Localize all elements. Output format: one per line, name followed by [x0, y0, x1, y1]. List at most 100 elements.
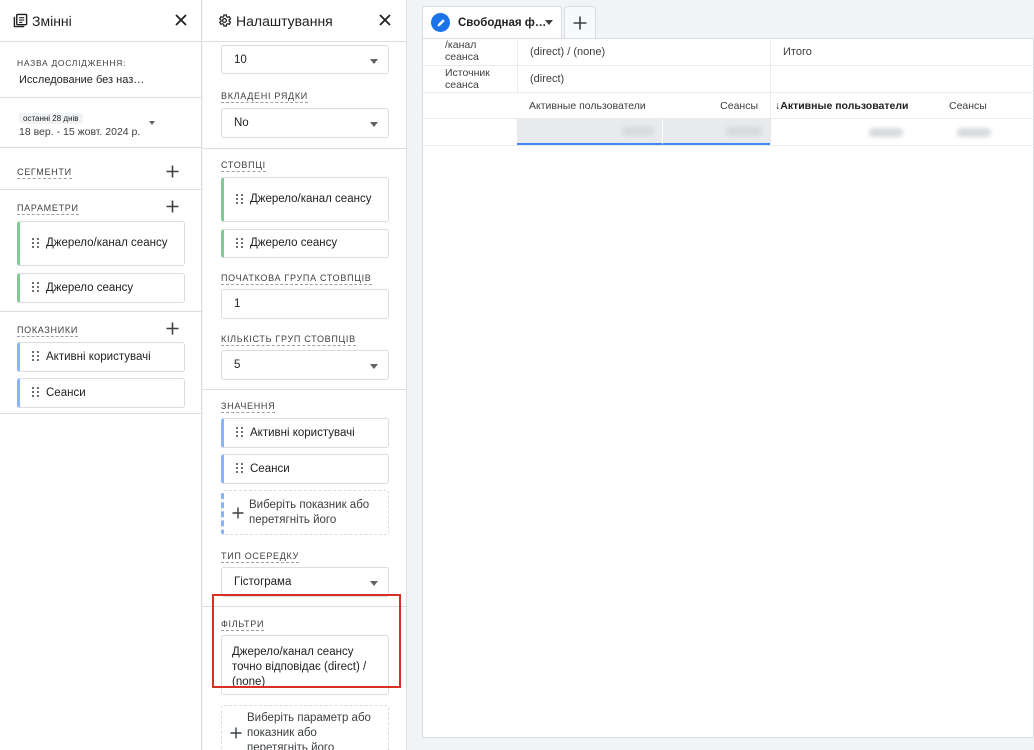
tab-bar: Свободная ф… — [408, 0, 1034, 38]
add-metric-icon[interactable] — [165, 321, 179, 335]
dimension-chip-session-source-medium[interactable]: Джерело/канал сеансу — [17, 221, 185, 266]
cell-sessions-value — [662, 119, 770, 145]
pencil-icon — [431, 13, 450, 32]
pivot-table-canvas: /канал сеанса (direct) / (none) Итого Ис… — [422, 38, 1034, 738]
chevron-down-icon — [370, 364, 378, 369]
metrics-section: ПОКАЗНИКИ Активні користувачі Сеанси — [0, 312, 201, 414]
metric-header-active-users[interactable]: Активные пользователи — [517, 93, 662, 118]
row-label-empty — [423, 119, 517, 145]
dimensions-label: ПАРАМЕТРИ — [17, 203, 79, 215]
metric-chip-active-users[interactable]: Активні користувачі — [17, 342, 185, 372]
nested-rows-label: ВКЛАДЕНІ РЯДКИ — [221, 91, 308, 103]
values-label: ЗНАЧЕННЯ — [221, 401, 276, 413]
plus-icon — [230, 727, 242, 739]
metric-label: Активні користувачі — [46, 350, 151, 363]
add-filter-dropzone[interactable]: Виберіть параметр або показник або перет… — [221, 705, 389, 750]
add-segment-icon[interactable] — [165, 164, 179, 178]
add-tab-button[interactable] — [564, 6, 596, 38]
nested-rows-select[interactable]: No — [221, 108, 389, 138]
columns-label: СТОВПЦІ — [221, 160, 266, 172]
value-chip-sessions[interactable]: Сеанси — [221, 454, 389, 484]
empty-corner-cell — [423, 93, 517, 118]
add-metric-dropzone[interactable]: Виберіть показник або перетягніть його — [221, 490, 389, 535]
totals-row — [423, 119, 1034, 146]
drag-handle-icon[interactable] — [236, 427, 244, 439]
total-metric1-label: Активные пользователи — [780, 99, 909, 112]
plus-icon — [573, 16, 587, 29]
close-variables-icon[interactable] — [173, 12, 189, 28]
tab-freeform[interactable]: Свободная ф… — [422, 6, 562, 38]
date-dropdown-icon[interactable] — [149, 121, 155, 125]
exploration-name-input[interactable]: Исследование без наз… — [19, 74, 185, 86]
col-groups-count-select[interactable]: 5 — [221, 350, 389, 380]
variables-title: Змінні — [32, 12, 72, 29]
nested-rows-value: No — [234, 117, 249, 129]
tab-label: Свободная ф… — [458, 16, 545, 29]
value-label: Сеанси — [250, 462, 290, 475]
variables-header: Змінні — [0, 0, 201, 42]
chevron-down-icon — [370, 122, 378, 127]
segments-label: СЕГМЕНТИ — [17, 167, 72, 179]
main-canvas-area: Свободная ф… /канал сеанса (direct) / (n… — [408, 0, 1034, 750]
cell-total-sessions — [935, 119, 1034, 145]
rows-count-value: 10 — [234, 53, 247, 66]
cell-type-value: Гістограма — [234, 576, 292, 588]
drag-handle-icon[interactable] — [236, 463, 244, 475]
blurred-value — [957, 127, 991, 137]
drag-handle-icon[interactable] — [236, 237, 244, 250]
total-header-empty — [770, 66, 1034, 92]
blurred-value — [622, 126, 654, 136]
filter-text: Джерело/канал сеансу точно відповідає (d… — [232, 646, 367, 688]
exploration-name-label: НАЗВА ДОСЛІДЖЕННЯ: — [17, 58, 127, 68]
exploration-name-section: НАЗВА ДОСЛІДЖЕННЯ: Исследование без наз… — [0, 42, 201, 98]
pivot-table: /канал сеанса (direct) / (none) Итого Ис… — [423, 39, 1034, 146]
column-chip-session-source-medium[interactable]: Джерело/канал сеансу — [221, 177, 389, 222]
drag-handle-icon[interactable] — [32, 351, 40, 363]
drag-handle-icon[interactable] — [32, 237, 40, 250]
header-row-1: /канал сеанса (direct) / (none) Итого — [423, 39, 1034, 66]
chevron-down-icon[interactable] — [545, 20, 553, 25]
column-chip-session-source[interactable]: Джерело сеансу — [221, 229, 389, 258]
date-range-text: 18 вер. - 15 жовт. 2024 р. — [19, 126, 141, 138]
segments-section: СЕГМЕНТИ — [0, 148, 201, 190]
date-preset-badge: останні 28 днів — [19, 113, 83, 124]
dimension-chip-session-source[interactable]: Джерело сеансу — [17, 273, 185, 303]
start-col-group-value: 1 — [234, 298, 241, 310]
metric-label: Сеанси — [46, 386, 86, 399]
start-col-group-input[interactable]: 1 — [221, 289, 389, 319]
dimensions-section: ПАРАМЕТРИ Джерело/канал сеансу Джерело с… — [0, 190, 201, 312]
dimension-label: Джерело/канал сеансу — [46, 237, 168, 249]
drag-handle-icon[interactable] — [236, 193, 244, 206]
metric-chip-sessions[interactable]: Сеанси — [17, 378, 185, 408]
metrics-label: ПОКАЗНИКИ — [17, 325, 79, 337]
add-dimension-icon[interactable] — [165, 199, 179, 213]
close-settings-icon[interactable] — [377, 12, 393, 28]
metric-header-row: Активные пользователи Сеансы ↓ Активные … — [423, 93, 1034, 119]
start-col-group-label: ПОЧАТКОВА ГРУПА СТОВПЦІВ — [221, 273, 372, 285]
col-groups-count-label: КІЛЬКІСТЬ ГРУП СТОВПЦІВ — [221, 334, 356, 346]
filters-label: ФІЛЬТРИ — [221, 619, 265, 631]
metric-header-sessions[interactable]: Сеансы — [662, 93, 770, 118]
cell-type-select[interactable]: Гістограма — [221, 567, 389, 597]
filter-chip[interactable]: Джерело/канал сеансу точно відповідає (d… — [221, 635, 389, 695]
col-groups-count-value: 5 — [234, 359, 241, 371]
settings-panel: Налаштування 10 ВКЛАДЕНІ РЯДКИ No СТОВПЦ… — [203, 0, 407, 750]
header-row-2: Источник сеанса (direct) — [423, 66, 1034, 93]
settings-title: Налаштування — [236, 12, 333, 29]
value-label: Активні користувачі — [250, 426, 355, 439]
add-filter-text: Виберіть параметр або показник або перет… — [247, 711, 371, 750]
date-range-section[interactable]: останні 28 днів 18 вер. - 15 жовт. 2024 … — [0, 98, 201, 148]
column-value-1: (direct) / (none) — [517, 39, 770, 65]
total-metric-header-sessions[interactable]: Сеансы — [935, 93, 1034, 118]
blurred-value — [726, 126, 762, 136]
add-metric-text: Виберіть показник або перетягніть його — [249, 498, 370, 526]
gear-icon — [216, 13, 232, 29]
value-chip-active-users[interactable]: Активні користувачі — [221, 418, 389, 448]
plus-icon — [232, 507, 244, 518]
drag-handle-icon[interactable] — [32, 282, 40, 294]
column-label: Джерело сеансу — [250, 237, 338, 249]
total-metric-header-active-users[interactable]: ↓ Активные пользователи — [770, 93, 935, 118]
column-value-2: (direct) — [517, 66, 770, 92]
drag-handle-icon[interactable] — [32, 387, 40, 399]
rows-count-select[interactable]: 10 — [221, 45, 389, 74]
